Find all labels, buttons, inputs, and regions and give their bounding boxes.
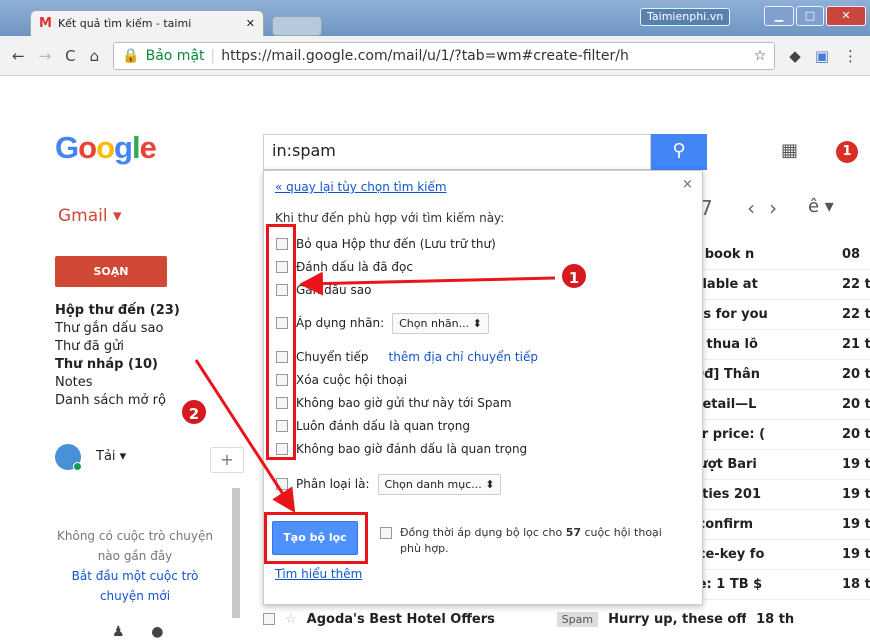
row-subject: Hurry up, these offe — [608, 611, 747, 627]
page-number: 7 — [700, 196, 727, 220]
forward-icon[interactable]: → — [39, 47, 52, 65]
filter-intro-text: Khi thư đến phù hợp với tìm kiếm này: — [275, 211, 505, 225]
sidebar-item-inbox[interactable]: Hộp thư đến (23) — [55, 302, 195, 320]
browser-tab[interactable]: M Kết quả tìm kiếm - taimi ✕ — [30, 10, 264, 36]
table-row[interactable]: ☆ Agoda's Best Hotel Offers Spam Hurry u… — [263, 604, 870, 634]
compose-button[interactable]: SOẠN — [55, 256, 167, 287]
pager: 7 ‹› — [700, 196, 791, 220]
option-delete[interactable]: Xóa cuộc hội thoại — [276, 370, 407, 390]
sidebar-bottom-icons: ♟ ● — [112, 624, 163, 640]
lock-icon: 🔒 — [122, 47, 140, 64]
online-status-icon — [73, 462, 82, 471]
maximize-button[interactable]: □ — [796, 6, 824, 26]
create-filter-panel: « quay lại tùy chọn tìm kiếm × Khi thư đ… — [263, 170, 703, 605]
browser-navbar: ← → C ⌂ 🔒 Bảo mật | https://mail.google.… — [0, 36, 870, 76]
new-tab-button[interactable] — [272, 16, 322, 36]
back-to-search-options-link[interactable]: « quay lại tùy chọn tìm kiếm — [275, 180, 447, 194]
start-chat-link[interactable]: Bắt đầu một cuộc trò chuyện mới — [55, 566, 215, 606]
also-apply-option[interactable]: Đồng thời áp dụng bộ lọc cho 57 cuộc hội… — [380, 525, 680, 557]
step-badge-1: 1 — [560, 262, 588, 290]
learn-more-link[interactable]: Tìm hiểu thêm — [275, 567, 362, 581]
close-window-button[interactable]: ✕ — [826, 6, 866, 26]
reload-icon[interactable]: C — [65, 47, 75, 65]
add-forward-address-link[interactable]: thêm địa chỉ chuyển tiếp — [389, 350, 538, 364]
url-text: https://mail.google.com/mail/u/1/?tab=wm… — [221, 47, 629, 64]
option-skip-inbox[interactable]: Bỏ qua Hộp thư đến (Lưu trữ thư) — [276, 234, 496, 254]
row-checkbox[interactable] — [263, 613, 275, 625]
person-icon[interactable]: ♟ — [112, 624, 125, 640]
search-icon: ⚲ — [672, 140, 686, 161]
security-label: Bảo mật — [145, 47, 205, 64]
hangout-empty-state: Không có cuộc trò chuyện nào gần đây Bắt… — [55, 526, 215, 606]
apps-grid-icon[interactable]: ▦ — [781, 140, 798, 161]
option-never-spam[interactable]: Không bao giờ gửi thư này tới Spam — [276, 393, 512, 413]
star-icon[interactable]: ☆ — [285, 612, 297, 627]
option-categorize[interactable]: Phân loại là: Chọn danh mục... ⬍ — [276, 473, 502, 495]
category-select[interactable]: Chọn danh mục... ⬍ — [377, 473, 502, 495]
option-checkbox[interactable] — [276, 238, 288, 250]
option-mark-read[interactable]: Đánh dấu là đã đọc — [276, 257, 413, 277]
address-bar[interactable]: 🔒 Bảo mật | https://mail.google.com/mail… — [113, 41, 776, 70]
sidebar-scrollbar[interactable] — [232, 488, 240, 618]
row-sender: Agoda's Best Hotel Offers — [306, 611, 495, 627]
option-checkbox[interactable] — [276, 261, 288, 273]
label-select[interactable]: Chọn nhãn... ⬍ — [392, 312, 489, 334]
extension-icon[interactable]: ◆ — [789, 47, 801, 65]
gmail-favicon-icon: M — [39, 16, 52, 31]
tab-close-icon[interactable]: ✕ — [246, 17, 255, 30]
minimize-button[interactable]: ▁ — [764, 6, 794, 26]
option-checkbox[interactable] — [276, 284, 288, 296]
option-always-important[interactable]: Luôn đánh dấu là quan trọng — [276, 416, 470, 436]
option-checkbox[interactable] — [276, 478, 288, 490]
back-icon[interactable]: ← — [12, 47, 25, 65]
option-checkbox[interactable] — [276, 374, 288, 386]
step-badge-2: 2 — [180, 398, 208, 426]
option-checkbox[interactable] — [276, 397, 288, 409]
translate-icon[interactable]: ▣ — [815, 47, 829, 65]
sidebar-item-drafts[interactable]: Thư nháp (10) — [55, 356, 195, 374]
next-page-icon[interactable]: › — [769, 196, 791, 220]
brand-watermark: Taimienphi.vn — [640, 8, 731, 26]
option-checkbox[interactable] — [276, 420, 288, 432]
option-checkbox[interactable] — [276, 317, 288, 329]
option-apply-label[interactable]: Áp dụng nhãn: Chọn nhãn... ⬍ — [276, 312, 489, 334]
option-never-important[interactable]: Không bao giờ đánh dấu là quan trọng — [276, 439, 527, 459]
prev-page-icon[interactable]: ‹ — [747, 196, 769, 220]
hangouts-icon[interactable]: ● — [151, 624, 163, 640]
tab-title: Kết quả tìm kiếm - taimi — [57, 17, 192, 30]
sidebar-nav: Hộp thư đến (23) Thư gắn dấu sao Thư đã … — [55, 302, 195, 410]
bookmark-star-icon[interactable]: ☆ — [754, 48, 767, 64]
sidebar-item-more[interactable]: Danh sách mở rộ — [55, 392, 195, 410]
option-checkbox[interactable] — [276, 351, 288, 363]
google-logo[interactable]: Google — [55, 130, 157, 166]
sidebar-item-notes[interactable]: Notes — [55, 374, 195, 392]
also-apply-checkbox[interactable] — [380, 527, 392, 539]
create-filter-button[interactable]: Tạo bộ lọc — [272, 521, 358, 555]
settings-gear-icon[interactable]: ê ▾ — [808, 196, 834, 217]
sidebar-item-starred[interactable]: Thư gắn dấu sao — [55, 320, 195, 338]
avatar[interactable] — [55, 444, 82, 471]
sidebar-item-sent[interactable]: Thư đã gửi — [55, 338, 195, 356]
option-checkbox[interactable] — [276, 443, 288, 455]
search-button[interactable]: ⚲ — [651, 134, 707, 170]
browser-titlebar: M Kết quả tìm kiếm - taimi ✕ Taimienphi.… — [0, 0, 870, 36]
spam-label: Spam — [556, 611, 599, 627]
option-forward[interactable]: Chuyển tiếp thêm địa chỉ chuyển tiếp — [276, 347, 538, 367]
close-icon[interactable]: × — [682, 177, 693, 192]
home-icon[interactable]: ⌂ — [90, 47, 100, 65]
search-input[interactable]: in:spam — [263, 134, 651, 170]
gmail-menu[interactable]: Gmail ▾ — [58, 206, 122, 226]
menu-icon[interactable]: ⋮ — [843, 47, 858, 65]
add-chat-button[interactable]: + — [210, 447, 244, 473]
user-name[interactable]: Tải ▾ — [96, 449, 126, 464]
option-star[interactable]: Gắn dấu sao — [276, 280, 371, 300]
row-date: 18 th — [756, 611, 795, 627]
hangout-empty-text: Không có cuộc trò chuyện nào gần đây — [57, 529, 213, 563]
notification-badge[interactable]: 1 — [836, 141, 858, 163]
